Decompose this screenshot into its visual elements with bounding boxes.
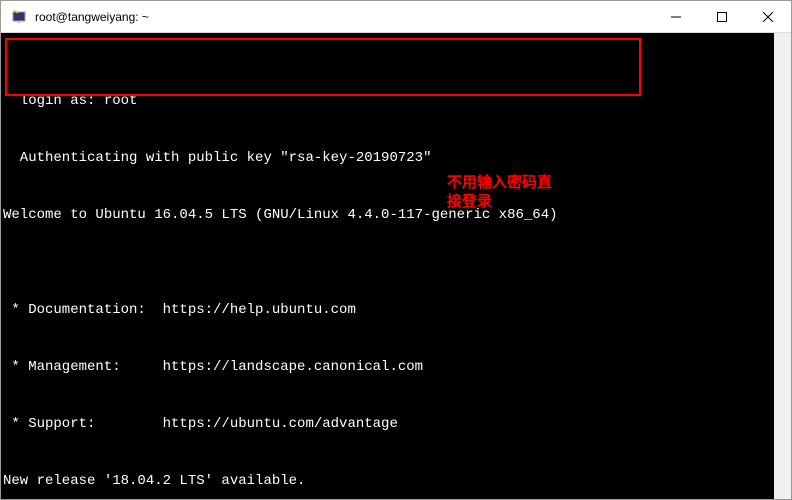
annotation-text: 不用输入密码直 <box>447 173 552 192</box>
scrollbar-track <box>774 71 791 499</box>
terminal-line: Welcome to Ubuntu 16.04.5 LTS (GNU/Linux… <box>3 206 791 225</box>
terminal-line: New release '18.04.2 LTS' available. <box>3 472 791 491</box>
terminal-line: * Documentation: https://help.ubuntu.com <box>3 301 791 320</box>
putty-window: root@tangweiyang: ~ login as: root Authe… <box>0 0 792 500</box>
highlight-annotation-box <box>5 38 641 96</box>
titlebar: root@tangweiyang: ~ <box>1 1 791 33</box>
terminal-area[interactable]: login as: root Authenticating with publi… <box>1 33 791 499</box>
window-title: root@tangweiyang: ~ <box>35 10 653 24</box>
minimize-button[interactable] <box>653 1 699 32</box>
close-button[interactable] <box>745 1 791 32</box>
terminal-line: Authenticating with public key "rsa-key-… <box>3 149 791 168</box>
terminal-line: * Support: https://ubuntu.com/advantage <box>3 415 791 434</box>
terminal-line: * Management: https://landscape.canonica… <box>3 358 791 377</box>
vertical-scrollbar[interactable] <box>774 33 791 499</box>
annotation-text: 接登录 <box>447 192 492 211</box>
maximize-button[interactable] <box>699 1 745 32</box>
putty-icon <box>9 7 29 27</box>
window-controls <box>653 1 791 32</box>
terminal-line: login as: root <box>3 92 791 111</box>
